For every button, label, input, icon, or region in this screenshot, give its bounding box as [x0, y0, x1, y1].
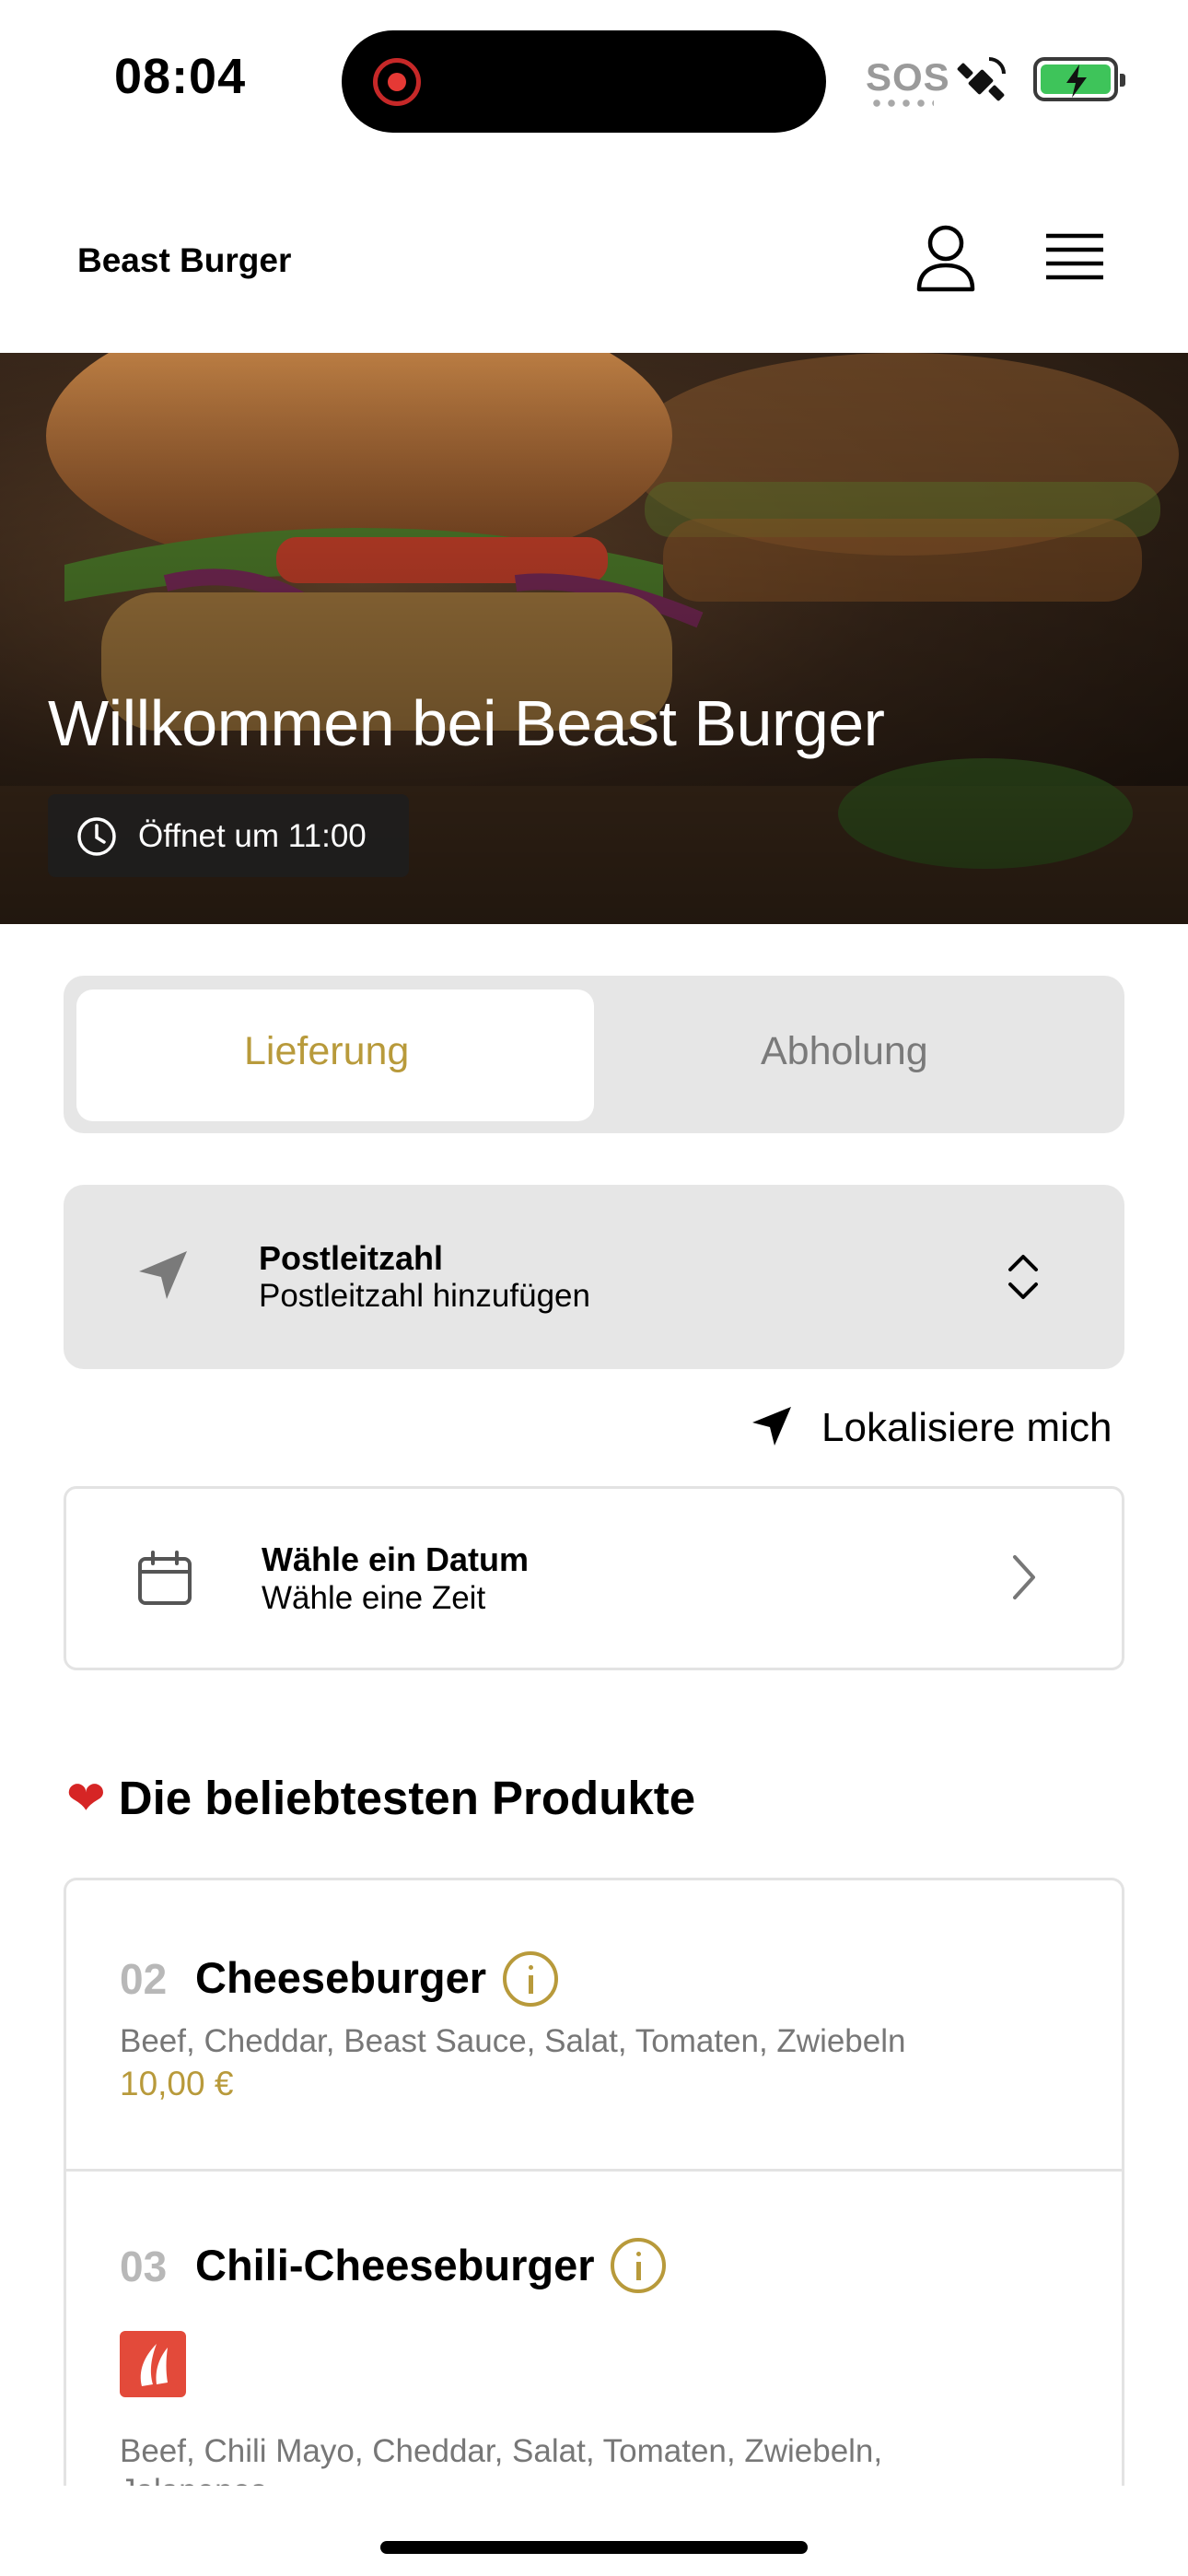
- order-mode-toggle: Lieferung Abholung: [64, 976, 1124, 1133]
- locate-me-button[interactable]: Lokalisiere mich: [748, 1400, 1125, 1456]
- chili-icon: [120, 2331, 186, 2397]
- satellite-icon: [957, 57, 1006, 101]
- time-subtitle: Wähle eine Zeit: [262, 1580, 486, 1616]
- product-price: 10,00 €: [120, 2065, 234, 2102]
- popular-heading-text: Die beliebtesten Produkte: [118, 1772, 696, 1824]
- clock-icon: [77, 817, 116, 856]
- sos-indicator: SOS: [866, 55, 950, 99]
- postal-code-placeholder: Postleitzahl hinzufügen: [259, 1278, 590, 1314]
- postal-code-title: Postleitzahl: [259, 1239, 444, 1277]
- postal-code-selector[interactable]: Postleitzahl Postleitzahl hinzufügen: [64, 1185, 1124, 1369]
- user-icon[interactable]: [914, 221, 978, 299]
- product-description: Beef, Chili Mayo, Cheddar, Salat, Tomate…: [120, 2433, 883, 2469]
- date-time-selector[interactable]: Wähle ein Datum Wähle eine Zeit: [64, 1486, 1124, 1670]
- product-card[interactable]: 02 Cheeseburger Beef, Cheddar, Beast Sau…: [66, 1880, 1122, 2172]
- opening-hours-text: Öffnet um 11:00: [138, 818, 367, 854]
- dynamic-island: [342, 30, 826, 133]
- recording-dot-icon: [373, 58, 421, 106]
- product-list: 02 Cheeseburger Beef, Cheddar, Beast Sau…: [64, 1878, 1124, 2486]
- date-title: Wähle ein Datum: [262, 1540, 530, 1578]
- product-number: 02: [120, 1955, 168, 2003]
- product-card[interactable]: 03 Chili-Cheeseburger Beef, Chili Mayo, …: [66, 2172, 1122, 2486]
- battery-charging-icon: [1033, 57, 1125, 101]
- location-arrow-icon: [139, 1251, 187, 1299]
- welcome-title: Willkommen bei Beast Burger: [48, 687, 885, 759]
- signal-dots: [869, 100, 934, 107]
- status-time: 08:04: [114, 49, 247, 104]
- calendar-icon: [138, 1551, 192, 1605]
- brand-name[interactable]: Beast Burger: [77, 241, 291, 280]
- hero-banner: Willkommen bei Beast Burger Öffnet um 11…: [0, 353, 1188, 924]
- menu-icon[interactable]: [1044, 227, 1105, 287]
- tab-abholung[interactable]: Abholung: [761, 1029, 928, 1074]
- chevron-right-icon: [1013, 1555, 1035, 1599]
- product-description-continued: Jalapenos: [120, 2473, 267, 2486]
- popular-products-heading: ❤ Die beliebtesten Produkte: [66, 1771, 695, 1826]
- product-description: Beef, Cheddar, Beast Sauce, Salat, Tomat…: [120, 2023, 906, 2059]
- info-icon[interactable]: [503, 1951, 558, 2007]
- location-arrow-icon: [752, 1407, 791, 1446]
- locate-me-label: Lokalisiere mich: [821, 1405, 1112, 1450]
- heart-icon: ❤: [66, 1772, 106, 1824]
- product-name: Chili-Cheeseburger: [195, 2241, 595, 2289]
- tab-lieferung-label[interactable]: Lieferung: [244, 1029, 409, 1074]
- chevron-up-down-icon: [1008, 1255, 1038, 1299]
- home-indicator[interactable]: [380, 2541, 808, 2554]
- info-icon[interactable]: [611, 2238, 666, 2293]
- product-name: Cheeseburger: [195, 1953, 487, 2002]
- product-number: 03: [120, 2242, 168, 2290]
- opening-hours-badge: Öffnet um 11:00: [48, 794, 409, 877]
